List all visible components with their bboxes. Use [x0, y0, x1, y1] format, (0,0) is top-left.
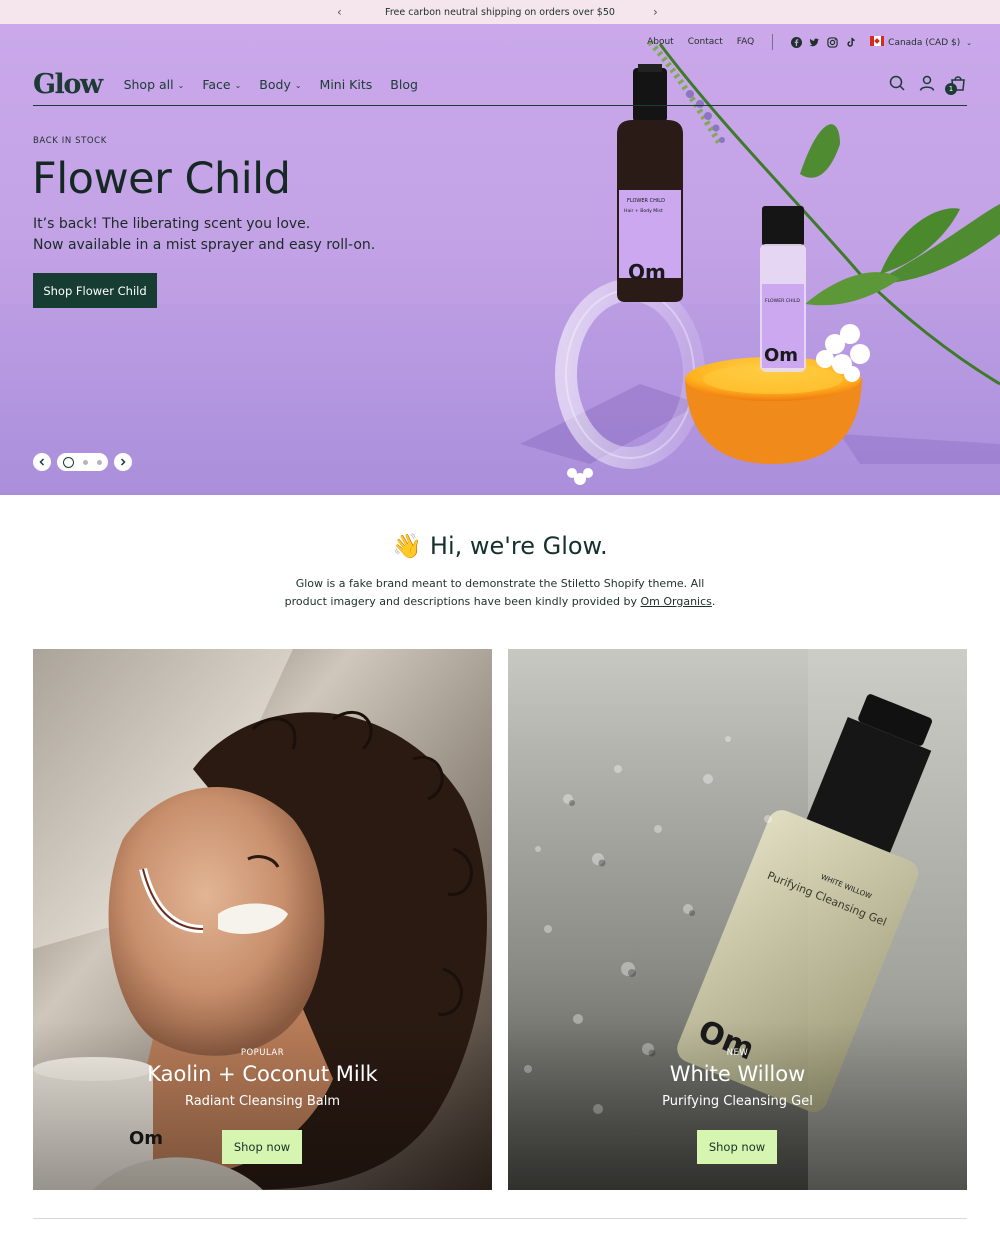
- menu-item-label: Face: [202, 77, 231, 92]
- shop-now-button[interactable]: Shop now: [222, 1130, 302, 1164]
- utility-link-contact[interactable]: Contact: [688, 37, 723, 47]
- chevron-down-icon: ⌄: [234, 81, 242, 90]
- menu-item-body[interactable]: Body ⌄: [259, 77, 301, 92]
- slide-next-button[interactable]: [114, 453, 132, 471]
- slide-dot-3[interactable]: [97, 459, 102, 465]
- card-eyebrow: NEW: [726, 1048, 749, 1058]
- intro-text-end: .: [711, 595, 716, 608]
- menu-item-label: Body: [259, 77, 291, 92]
- section-divider: [33, 1218, 967, 1219]
- utility-link-faq[interactable]: FAQ: [737, 37, 754, 47]
- announcement-bar: ‹ Free carbon neutral shipping on orders…: [0, 0, 1000, 24]
- chevron-down-icon: ⌄: [294, 81, 302, 90]
- utility-link-about[interactable]: About: [647, 37, 674, 47]
- twitter-icon[interactable]: [809, 37, 820, 48]
- hero-banner: Om FLOWER CHILD Hair + Body Mist Om FLOW…: [0, 24, 1000, 495]
- intro-title-text: Hi, we're Glow.: [429, 532, 608, 560]
- chevron-right-icon: [120, 458, 126, 466]
- hero-title: Flower Child: [32, 154, 291, 204]
- menu-item-face[interactable]: Face ⌄: [202, 77, 241, 92]
- cart-count-badge: 1: [945, 83, 957, 95]
- facebook-icon[interactable]: [791, 36, 803, 48]
- announcement-text: Free carbon neutral shipping on orders o…: [385, 6, 615, 18]
- hero-eyebrow: BACK IN STOCK: [33, 136, 107, 146]
- intro-heading: 👋 Hi, we're Glow.: [0, 532, 1000, 560]
- hero-subtitle-line: It’s back! The liberating scent you love…: [33, 216, 311, 232]
- utility-bar: About Contact FAQ Canada (CAD $) ⌄: [647, 34, 972, 50]
- card-title: Kaolin + Coconut Milk: [147, 1062, 378, 1086]
- logo[interactable]: Glow: [33, 69, 103, 100]
- account-icon[interactable]: [919, 75, 935, 95]
- utility-divider: [772, 34, 774, 50]
- menu-item-mini-kits[interactable]: Mini Kits: [320, 77, 373, 92]
- waving-hand-icon: 👋: [392, 532, 423, 560]
- currency-label: Canada (CAD $): [888, 38, 961, 48]
- currency-selector[interactable]: Canada (CAD $) ⌄: [870, 36, 972, 48]
- chevron-left-icon: [39, 458, 45, 466]
- main-menu: Shop all ⌄ Face ⌄ Body ⌄ Mini Kits Blog: [124, 77, 418, 92]
- card-title: White Willow: [669, 1062, 806, 1086]
- card-eyebrow: POPULAR: [240, 1048, 285, 1058]
- card-subtitle: Purifying Cleansing Gel: [662, 1094, 813, 1109]
- announcement-next-arrow[interactable]: ›: [653, 4, 658, 20]
- slide-dot-1[interactable]: [63, 456, 74, 468]
- intro-paragraph: Glow is a fake brand meant to demonstrat…: [280, 575, 720, 611]
- card-subtitle: Radiant Cleansing Balm: [184, 1094, 341, 1109]
- menu-item-label: Shop all: [123, 77, 174, 92]
- announcement-prev-arrow[interactable]: ‹: [337, 4, 342, 20]
- canada-flag-icon: [870, 36, 885, 46]
- chevron-down-icon: ⌄: [966, 39, 972, 47]
- slideshow-controls: [33, 453, 132, 471]
- slide-prev-button[interactable]: [33, 453, 51, 471]
- svg-text:Om: Om: [764, 345, 798, 366]
- instagram-icon[interactable]: [827, 36, 838, 48]
- svg-text:FLOWER CHILD: FLOWER CHILD: [627, 198, 665, 204]
- hero-subtitle-line: Now available in a mist sprayer and easy…: [33, 237, 376, 253]
- slide-dot-2[interactable]: [83, 459, 88, 465]
- slide-dots: [57, 453, 108, 471]
- tiktok-icon[interactable]: [845, 37, 856, 48]
- menu-item-shop-all[interactable]: Shop all ⌄: [124, 77, 185, 92]
- hero-subtitle: It’s back! The liberating scent you love…: [33, 214, 375, 256]
- chevron-down-icon: ⌄: [177, 81, 185, 90]
- menu-item-blog[interactable]: Blog: [390, 77, 418, 92]
- svg-text:FLOWER CHILD: FLOWER CHILD: [765, 298, 800, 304]
- social-links: [791, 36, 856, 48]
- svg-text:Hair + Body Mist: Hair + Body Mist: [624, 208, 663, 214]
- om-organics-link[interactable]: Om Organics: [640, 595, 711, 608]
- main-navigation: Glow Shop all ⌄ Face ⌄ Body ⌄ Mini Kits Blo…: [33, 64, 967, 106]
- shop-flower-child-button[interactable]: Shop Flower Child: [33, 273, 157, 308]
- promo-card-white-willow[interactable]: WHITE WILLOW Purifying Cleansing Gel Om …: [508, 649, 967, 1190]
- svg-text:Om: Om: [628, 260, 666, 284]
- shop-now-button[interactable]: Shop now: [697, 1130, 777, 1164]
- search-icon[interactable]: [889, 75, 905, 95]
- promo-card-kaolin[interactable]: Om POPULAR Kaolin + Coconut Milk Radiant…: [33, 649, 492, 1190]
